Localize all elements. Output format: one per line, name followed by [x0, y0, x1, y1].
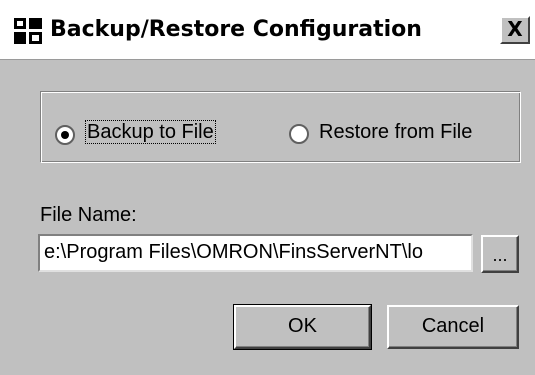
close-icon: X: [507, 17, 523, 41]
cancel-button[interactable]: Cancel: [387, 305, 519, 349]
backup-radio[interactable]: [55, 125, 75, 145]
radio-selected-dot: [61, 131, 69, 139]
backup-label-text: Backup to File: [87, 121, 214, 143]
mode-group: Backup to File Restore from File: [40, 91, 521, 163]
title-bar[interactable]: Backup/Restore Configuration X: [0, 0, 535, 60]
close-button[interactable]: X: [500, 16, 530, 44]
restore-radio-label[interactable]: Restore from File: [319, 120, 472, 144]
ok-button[interactable]: OK: [233, 304, 372, 350]
window-title: Backup/Restore Configuration: [50, 17, 422, 42]
browse-button[interactable]: ...: [481, 235, 519, 273]
file-name-input[interactable]: e:\Program Files\OMRON\FinsServerNT\lo: [38, 234, 473, 272]
restore-label-text: Restore from File: [319, 121, 473, 143]
file-name-label: File Name:: [40, 204, 137, 226]
focus-indicator: Backup to File: [85, 120, 216, 144]
restore-radio[interactable]: [289, 124, 309, 144]
config-app-icon: [14, 18, 42, 44]
backup-radio-label[interactable]: Backup to File: [85, 120, 216, 144]
backup-restore-dialog: Backup/Restore Configuration X Backup to…: [0, 0, 535, 375]
